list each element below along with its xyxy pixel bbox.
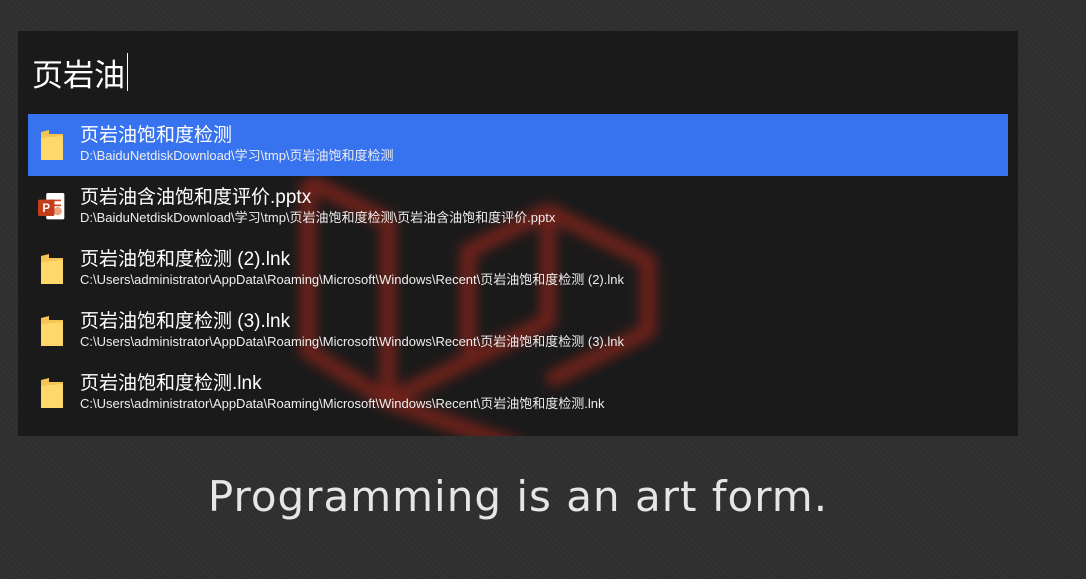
- result-path: D:\BaiduNetdiskDownload\学习\tmp\页岩油饱和度检测: [80, 148, 394, 163]
- result-title: 页岩油含油饱和度评价.pptx: [80, 187, 312, 208]
- launcher-panel: 页岩油 页岩油饱和度检测 D:\BaiduNetdiskDownload\学习\…: [18, 31, 1018, 436]
- folder-icon: [38, 127, 66, 163]
- folder-icon: [38, 251, 66, 287]
- search-input[interactable]: 页岩油: [32, 49, 128, 95]
- result-item[interactable]: 页岩油饱和度检测 (2).lnk C:\Users\administrator\…: [28, 238, 1008, 300]
- powerpoint-icon: P: [38, 189, 66, 225]
- result-title: 页岩油饱和度检测: [80, 125, 233, 146]
- folder-icon: [38, 313, 66, 349]
- result-item[interactable]: 页岩油饱和度检测 D:\BaiduNetdiskDownload\学习\tmp\…: [28, 114, 1008, 176]
- result-item[interactable]: 页岩油饱和度检测.lnk C:\Users\administrator\AppD…: [28, 362, 1008, 424]
- result-title: 页岩油饱和度检测.lnk: [80, 373, 262, 394]
- svg-text:P: P: [42, 203, 50, 215]
- folder-icon: [38, 375, 66, 411]
- search-query-text: 页岩油: [32, 57, 125, 94]
- result-item[interactable]: P 页岩油含油饱和度评价.pptx D:\BaiduNetdiskDownloa…: [28, 176, 1008, 238]
- result-item[interactable]: 页岩油饱和度检测 (3).lnk C:\Users\administrator\…: [28, 300, 1008, 362]
- result-path: C:\Users\administrator\AppData\Roaming\M…: [80, 272, 624, 287]
- result-path: C:\Users\administrator\AppData\Roaming\M…: [80, 396, 605, 411]
- result-path: C:\Users\administrator\AppData\Roaming\M…: [80, 334, 624, 349]
- text-caret: [127, 53, 128, 91]
- result-title: 页岩油饱和度检测 (3).lnk: [80, 311, 291, 332]
- results-list: 页岩油饱和度检测 D:\BaiduNetdiskDownload\学习\tmp\…: [28, 114, 1008, 424]
- wallpaper-slogan: Programming is an art form.: [207, 472, 829, 521]
- result-path: D:\BaiduNetdiskDownload\学习\tmp\页岩油饱和度检测\…: [80, 210, 556, 225]
- result-title: 页岩油饱和度检测 (2).lnk: [80, 249, 291, 270]
